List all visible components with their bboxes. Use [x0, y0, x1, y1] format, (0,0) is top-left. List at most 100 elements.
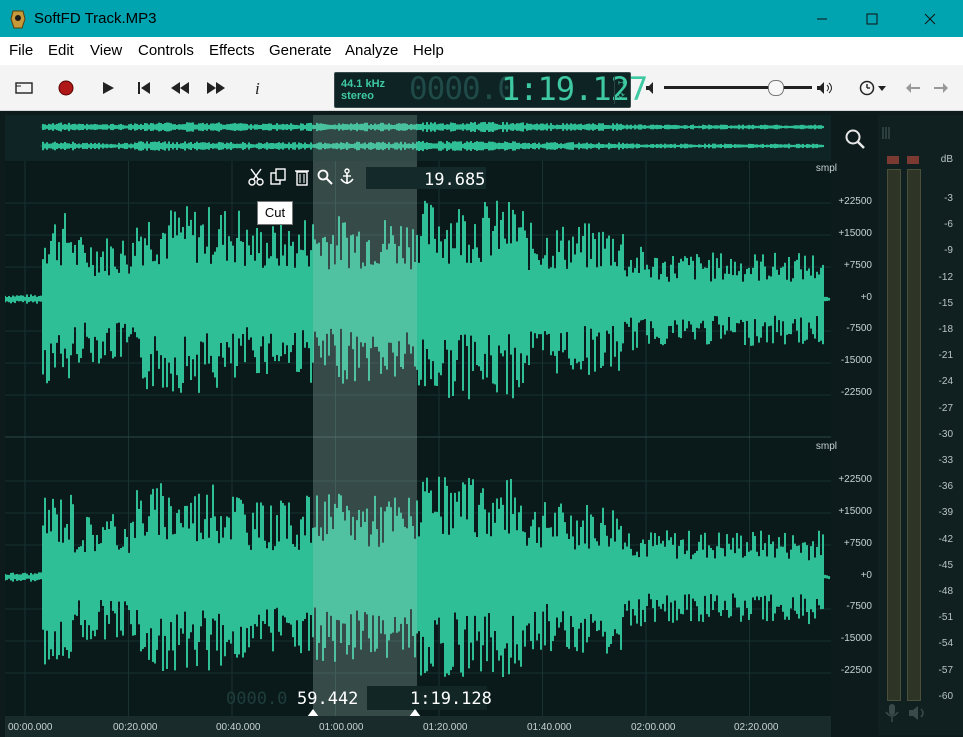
- app-icon: [10, 10, 26, 29]
- anchor-icon: [340, 168, 354, 184]
- ruler-label: 02:20.000: [734, 722, 779, 733]
- axis-unit-ch2: smpl: [815, 441, 837, 452]
- axis-tick: +7500: [843, 260, 872, 271]
- overview-strip[interactable]: [5, 115, 831, 161]
- menu-effects[interactable]: Effects: [209, 37, 255, 65]
- db-tick: -24: [938, 376, 953, 388]
- time-ghost-digits: 0000.0: [409, 71, 516, 107]
- display-mode-icon[interactable]: ↦ ⟳: [614, 76, 628, 104]
- microphone-icon[interactable]: [884, 703, 900, 723]
- format-info: 44.1 kHz stereo: [341, 78, 385, 102]
- clock-icon: [859, 80, 886, 95]
- axis-unit-ch1: smpl: [815, 163, 837, 174]
- time-display: 44.1 kHz stereo 0000.0 1:19.127 ↦ ⟳: [334, 70, 648, 108]
- window-title: SoftFD Track.MP3: [34, 10, 157, 27]
- toggle-view-button[interactable]: [10, 65, 38, 110]
- skip-start-button[interactable]: [130, 65, 158, 110]
- db-tick: -6: [944, 219, 953, 231]
- ruler-label: 00:40.000: [216, 722, 261, 733]
- db-tick: -21: [938, 350, 953, 362]
- axis-tick: -22500: [840, 387, 872, 398]
- volume-slider-knob[interactable]: [768, 80, 784, 96]
- toolbar: i 44.1 kHz stereo 0000.0 1:19.127 ↦ ⟳: [0, 65, 963, 111]
- undo-button[interactable]: [899, 65, 927, 110]
- overview-waveform: [40, 115, 824, 161]
- axis-tick: +0: [860, 570, 872, 581]
- zoom-icon[interactable]: [844, 128, 866, 150]
- selection-length[interactable]: 19.685: [424, 170, 485, 190]
- selection-region: [313, 161, 417, 716]
- copy-icon: [270, 168, 286, 185]
- speaker-high-icon: [811, 65, 839, 110]
- ruler-label: 02:00.000: [631, 722, 676, 733]
- db-tick: -12: [938, 271, 953, 283]
- info-button[interactable]: i: [244, 65, 272, 110]
- db-tick: -57: [938, 664, 953, 676]
- menu-file[interactable]: File: [9, 37, 33, 65]
- anchor-tool[interactable]: [337, 166, 357, 188]
- db-tick: -60: [938, 690, 953, 702]
- record-button[interactable]: [52, 65, 80, 110]
- history-button[interactable]: [855, 65, 891, 110]
- info-icon: i: [255, 79, 260, 97]
- skip-start-icon: [138, 81, 150, 94]
- axis-tick: +7500: [843, 538, 872, 549]
- meter-grip-icon: [882, 127, 890, 139]
- db-tick: -18: [938, 324, 953, 335]
- selection-start[interactable]: 59.442: [297, 689, 358, 709]
- selection-end[interactable]: 1:19.128: [410, 689, 492, 709]
- overview-viewport: [313, 115, 417, 161]
- sample-rate: 44.1 kHz: [341, 78, 386, 90]
- axis-tick: -7500: [846, 323, 872, 334]
- maximize-button[interactable]: [847, 0, 897, 37]
- meter-bar-left: [887, 169, 901, 701]
- db-tick: -33: [938, 455, 953, 466]
- menu-controls[interactable]: Controls: [138, 37, 194, 65]
- axis-tick: +22500: [838, 474, 872, 485]
- copy-tool[interactable]: [268, 166, 288, 188]
- axis-tick: -7500: [846, 601, 872, 612]
- svg-text:i: i: [255, 79, 260, 97]
- play-icon: [103, 81, 114, 94]
- ruler-label: 01:40.000: [527, 722, 572, 733]
- redo-button[interactable]: [927, 65, 955, 110]
- minimize-icon: [817, 18, 827, 19]
- volume-slider[interactable]: [664, 86, 812, 89]
- close-button[interactable]: [905, 0, 955, 37]
- waveform-view[interactable]: [4, 161, 831, 716]
- zoom-selection-tool[interactable]: [315, 166, 335, 188]
- db-tick: -15: [938, 297, 953, 309]
- time-ruler[interactable]: 00:00.000 00:20.000 00:40.000 01:00.000 …: [5, 716, 831, 737]
- menu-generate[interactable]: Generate: [269, 37, 332, 65]
- rewind-icon: [171, 81, 189, 94]
- axis-tick: +0: [860, 292, 872, 303]
- fast-forward-icon: [207, 81, 225, 94]
- peak-indicator-left: [887, 156, 899, 164]
- scissors-icon: [248, 168, 264, 186]
- axis-tick: -15000: [840, 633, 872, 644]
- ruler-label: 01:00.000: [319, 722, 364, 733]
- menu-view[interactable]: View: [90, 37, 122, 65]
- play-button[interactable]: [94, 65, 122, 110]
- db-tick: -9: [944, 245, 953, 257]
- cut-tool[interactable]: [246, 166, 266, 188]
- menu-help[interactable]: Help: [413, 37, 444, 65]
- menu-bar: File Edit View Controls Effects Generate…: [0, 37, 963, 65]
- fast-forward-button[interactable]: [202, 65, 230, 110]
- db-tick: -42: [938, 533, 953, 545]
- ruler-label: 00:20.000: [113, 722, 158, 733]
- minimize-button[interactable]: [797, 0, 847, 37]
- channel-mode: stereo: [341, 90, 375, 102]
- rewind-button[interactable]: [166, 65, 194, 110]
- speaker-icon[interactable]: [908, 705, 930, 721]
- magnifier-icon: [317, 169, 333, 185]
- record-icon: [58, 80, 74, 95]
- menu-analyze[interactable]: Analyze: [345, 37, 398, 65]
- arrow-left-icon: [906, 82, 920, 93]
- db-unit: dB: [940, 154, 953, 165]
- db-tick: -45: [938, 559, 953, 571]
- delete-tool[interactable]: [292, 166, 312, 188]
- db-tick: -54: [938, 638, 953, 650]
- maximize-icon: [866, 13, 878, 24]
- menu-edit[interactable]: Edit: [48, 37, 74, 65]
